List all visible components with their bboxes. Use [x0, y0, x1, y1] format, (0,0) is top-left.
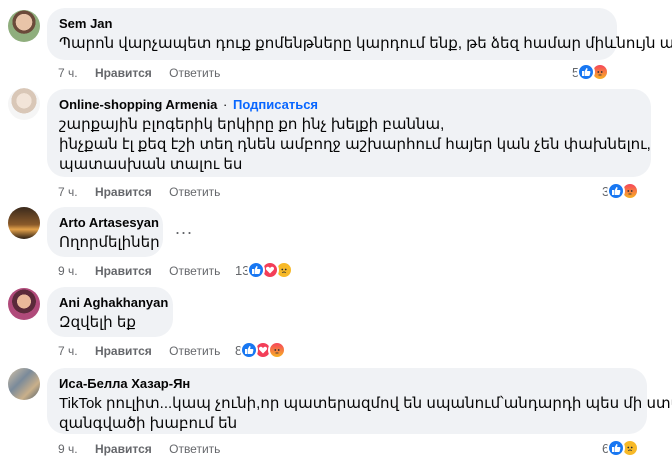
like-button[interactable]: Нравится	[95, 184, 152, 200]
comment-text: TikTok րուլիտ...կապ չունի,որ պատերազմով …	[59, 395, 672, 412]
like-icon	[607, 439, 626, 457]
reply-button[interactable]: Ответить	[169, 441, 220, 457]
comment-text: զանգվածի խաբում են	[59, 415, 238, 432]
comment-author[interactable]: Arto Artasesyan	[59, 215, 159, 231]
like-icon	[607, 182, 626, 200]
comment-time[interactable]: 7 ч.	[58, 65, 78, 81]
comment-text: շարքային բլոգերիկ երկիրը քո ինչ խելքի բա…	[59, 116, 445, 133]
comment-actions: 7 ч. Нравится Ответить	[58, 343, 234, 359]
comment-text: Պարոն վարչապետ դուք քոմենթները կարդում ե…	[59, 35, 672, 52]
comment-author[interactable]: Ani Aghakhanyan	[59, 295, 168, 311]
comment-time[interactable]: 7 ч.	[58, 184, 78, 200]
like-icon	[240, 341, 259, 359]
reaction-summary[interactable]: 8	[235, 340, 287, 360]
like-button[interactable]: Нравится	[95, 65, 152, 81]
avatar[interactable]	[8, 88, 40, 120]
comment-bubble: Ani Aghakhanyan Զզվելի եք	[47, 287, 173, 337]
comment-text: Զզվելի եք	[59, 314, 136, 331]
avatar[interactable]	[8, 288, 40, 320]
comment-author[interactable]: Sem Jan	[59, 16, 605, 32]
separator-dot: ·	[223, 97, 228, 112]
reply-button[interactable]: Ответить	[169, 343, 220, 359]
reaction-summary[interactable]: 13	[235, 260, 294, 280]
comment-actions: 7 ч. Нравится Ответить	[58, 65, 234, 81]
more-options-button[interactable]: ...	[175, 218, 193, 239]
avatar[interactable]	[8, 207, 40, 239]
comment-time[interactable]: 9 ч.	[58, 441, 78, 457]
comment-author-line: Online-shopping Armenia · Подписаться	[59, 97, 639, 113]
reaction-summary[interactable]: 6	[602, 438, 640, 458]
avatar[interactable]	[8, 10, 40, 42]
reply-button[interactable]: Ответить	[169, 263, 220, 279]
comment-bubble: Sem Jan Պարոն վարչապետ դուք քոմենթները կ…	[47, 8, 672, 60]
comment-time[interactable]: 7 ч.	[58, 343, 78, 359]
reply-button[interactable]: Ответить	[169, 65, 220, 81]
comment-actions: 9 ч. Нравится Ответить	[58, 263, 234, 279]
like-button[interactable]: Нравится	[95, 263, 152, 279]
comment-bubble: Иса-Белла Хазар-Ян TikTok րուլիտ...կապ չ…	[47, 368, 672, 434]
comment-bubble: Online-shopping Armenia · Подписаться շա…	[47, 89, 651, 177]
comment-author[interactable]: Иса-Белла Хазар-Ян	[59, 376, 635, 392]
like-button[interactable]: Нравится	[95, 343, 152, 359]
comment-time[interactable]: 9 ч.	[58, 263, 78, 279]
follow-button[interactable]: Подписаться	[233, 97, 318, 112]
reply-button[interactable]: Ответить	[169, 184, 220, 200]
comment-author[interactable]: Online-shopping Armenia	[59, 97, 217, 112]
comment-text: ինչքան էլ քեզ էշի տեղ դնեն ամբողջ աշխարհ…	[59, 136, 651, 153]
reaction-summary[interactable]: 5	[572, 62, 610, 82]
like-icon	[577, 63, 596, 81]
avatar[interactable]	[8, 368, 40, 400]
comment-actions: 7 ч. Нравится Ответить	[58, 184, 234, 200]
comment-actions: 9 ч. Нравится Ответить	[58, 441, 234, 457]
angry-icon	[268, 341, 287, 359]
comment-bubble: Arto Artasesyan Ողորմելիներ	[47, 207, 163, 257]
comment-text: Ողորմելիներ	[59, 234, 160, 251]
comment-text: պատասխան տալու ես	[59, 156, 243, 173]
reaction-summary[interactable]: 3	[602, 181, 640, 201]
like-button[interactable]: Нравится	[95, 441, 152, 457]
